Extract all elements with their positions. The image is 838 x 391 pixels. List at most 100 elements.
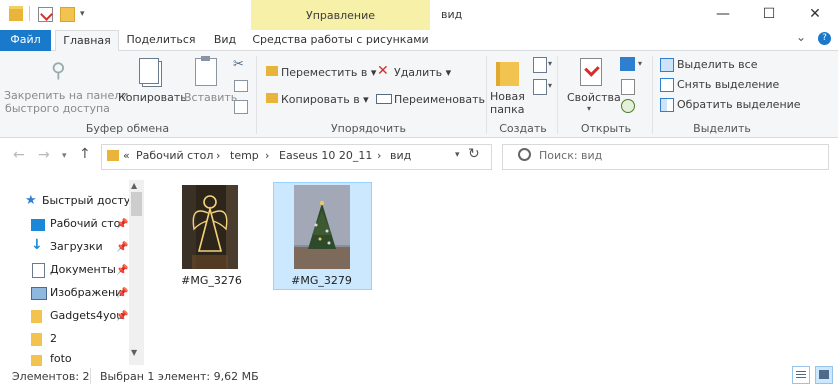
help-icon[interactable]: ? [818,32,831,45]
breadcrumb-overflow[interactable]: « [123,149,130,162]
back-button[interactable]: ← [13,147,25,163]
open-icon[interactable] [620,57,635,71]
close-button[interactable]: ✕ [792,0,838,30]
properties-quick-icon[interactable] [38,7,53,22]
address-dropdown-icon[interactable]: ▾ [455,150,460,160]
properties-button[interactable]: Свойства [567,91,621,104]
nav-item-quick-access[interactable]: Быстрый доступ [42,190,138,212]
minimize-button[interactable]: — [700,0,746,30]
move-to-button[interactable]: Переместить в ▾ [281,66,376,79]
delete-button[interactable]: Удалить ▾ [394,66,451,79]
paste-icon [195,56,217,86]
customize-quick-access-icon[interactable]: ▾ [80,9,85,19]
window-title: вид [441,8,463,21]
thumbnail-angel-lights[interactable] [182,185,238,269]
maximize-button[interactable]: ☐ [746,0,792,30]
group-select-label: Выделить [693,122,751,135]
refresh-button[interactable]: ↻ [468,146,480,162]
easy-access-dropdown-icon[interactable]: ▾ [548,81,552,90]
tab-picture-tools[interactable]: Средства работы с рисунками [251,30,430,51]
delete-icon: ✕ [377,63,389,79]
select-all-button[interactable]: Выделить все [677,58,757,71]
rename-button[interactable]: Переименовать [394,93,485,106]
breadcrumb-current[interactable]: вид [390,149,411,162]
easy-access-icon[interactable] [533,79,547,95]
pin-icon[interactable]: 📌 [116,242,128,253]
expand-ribbon-icon[interactable]: ⌄ [796,30,806,44]
pin-icon: ⚲ [51,58,66,82]
nav-item-downloads[interactable]: Загрузки [50,236,103,258]
breadcrumb-separator[interactable]: › [265,149,269,162]
tab-view[interactable]: Вид [205,30,245,51]
properties-icon [580,58,602,86]
nav-item-documents[interactable]: Документы [50,259,116,281]
nav-item-gadgets4you[interactable]: Gadgets4you [50,305,123,327]
copy-path-icon[interactable] [234,80,248,92]
recent-locations-icon[interactable]: ▾ [62,151,67,161]
cut-icon[interactable]: ✂ [233,57,244,72]
breadcrumb-separator[interactable]: › [377,149,381,162]
scroll-down-icon[interactable]: ▼ [131,348,137,357]
forward-button[interactable]: → [38,147,50,163]
folder-icon [31,355,42,366]
pin-to-quick-access-button[interactable]: Закрепить на панели быстрого доступа [4,89,129,115]
copy-to-button[interactable]: Копировать в ▾ [281,93,369,106]
tab-file[interactable]: Файл [0,30,51,51]
invert-selection-icon [660,98,674,112]
invert-selection-button[interactable]: Обратить выделение [677,98,801,111]
breadcrumb-desktop[interactable]: Рабочий стол [136,149,213,162]
new-folder-quick-icon[interactable] [60,7,75,22]
history-icon[interactable] [621,99,635,113]
copy-button[interactable]: Копировать [118,91,187,104]
ribbon-separator [652,56,653,134]
pin-icon[interactable]: 📌 [116,265,128,276]
thumbnail-christmas-tree[interactable] [294,185,350,269]
quick-access-divider [29,6,30,21]
folder-icon [9,6,23,21]
move-to-label: Переместить в [281,66,368,79]
breadcrumb-temp[interactable]: temp [230,149,259,162]
copy-to-label: Копировать в [281,93,360,106]
new-item-dropdown-icon[interactable]: ▾ [548,59,552,68]
folder-icon [31,333,42,346]
breadcrumb-separator[interactable]: › [216,149,220,162]
nav-item-desktop[interactable]: Рабочий сто [50,213,120,235]
open-dropdown-icon[interactable]: ▾ [638,59,642,68]
file-name[interactable]: #MG_3279 [273,274,370,287]
pin-label-line1: Закрепить на панели [4,89,129,102]
select-none-button[interactable]: Снять выделение [677,78,779,91]
nav-item-2[interactable]: 2 [50,328,57,350]
edit-icon[interactable] [621,79,635,95]
tab-share[interactable]: Поделиться [122,30,200,51]
scroll-up-icon[interactable]: ▲ [131,181,137,190]
copy-to-icon [266,93,278,103]
file-name[interactable]: #MG_3276 [163,274,260,287]
documents-icon [32,263,45,278]
desktop-icon [31,219,45,231]
large-icons-view-icon[interactable] [815,366,833,384]
up-button[interactable]: ↑ [79,146,91,162]
status-item-count: Элементов: 2 [12,370,90,383]
tab-home[interactable]: Главная [55,30,119,52]
new-folder-button[interactable]: Новая папка [490,90,525,116]
paste-shortcut-icon[interactable] [234,100,248,114]
details-view-icon[interactable] [792,366,810,384]
paste-button[interactable]: Вставить [184,91,237,104]
select-all-icon [660,58,674,72]
group-open-label: Открыть [580,122,632,135]
properties-dropdown-icon[interactable]: ▾ [587,104,591,113]
pin-icon[interactable]: 📌 [116,219,128,230]
search-input[interactable]: Поиск: вид [539,149,602,162]
nav-item-pictures[interactable]: Изображени [50,282,122,304]
nav-scroll-thumb[interactable] [131,192,142,216]
downloads-icon: ↓ [31,237,43,253]
move-to-icon [266,66,278,76]
rename-icon [376,94,392,104]
breadcrumb-easeus[interactable]: Easeus 10 20_11 [279,149,372,162]
new-folder-icon [496,62,519,86]
group-create-label: Создать [499,122,547,135]
pin-icon[interactable]: 📌 [116,311,128,322]
nav-item-foto[interactable]: foto [50,350,72,366]
new-item-icon[interactable] [533,57,547,73]
pin-icon[interactable]: 📌 [116,288,128,299]
